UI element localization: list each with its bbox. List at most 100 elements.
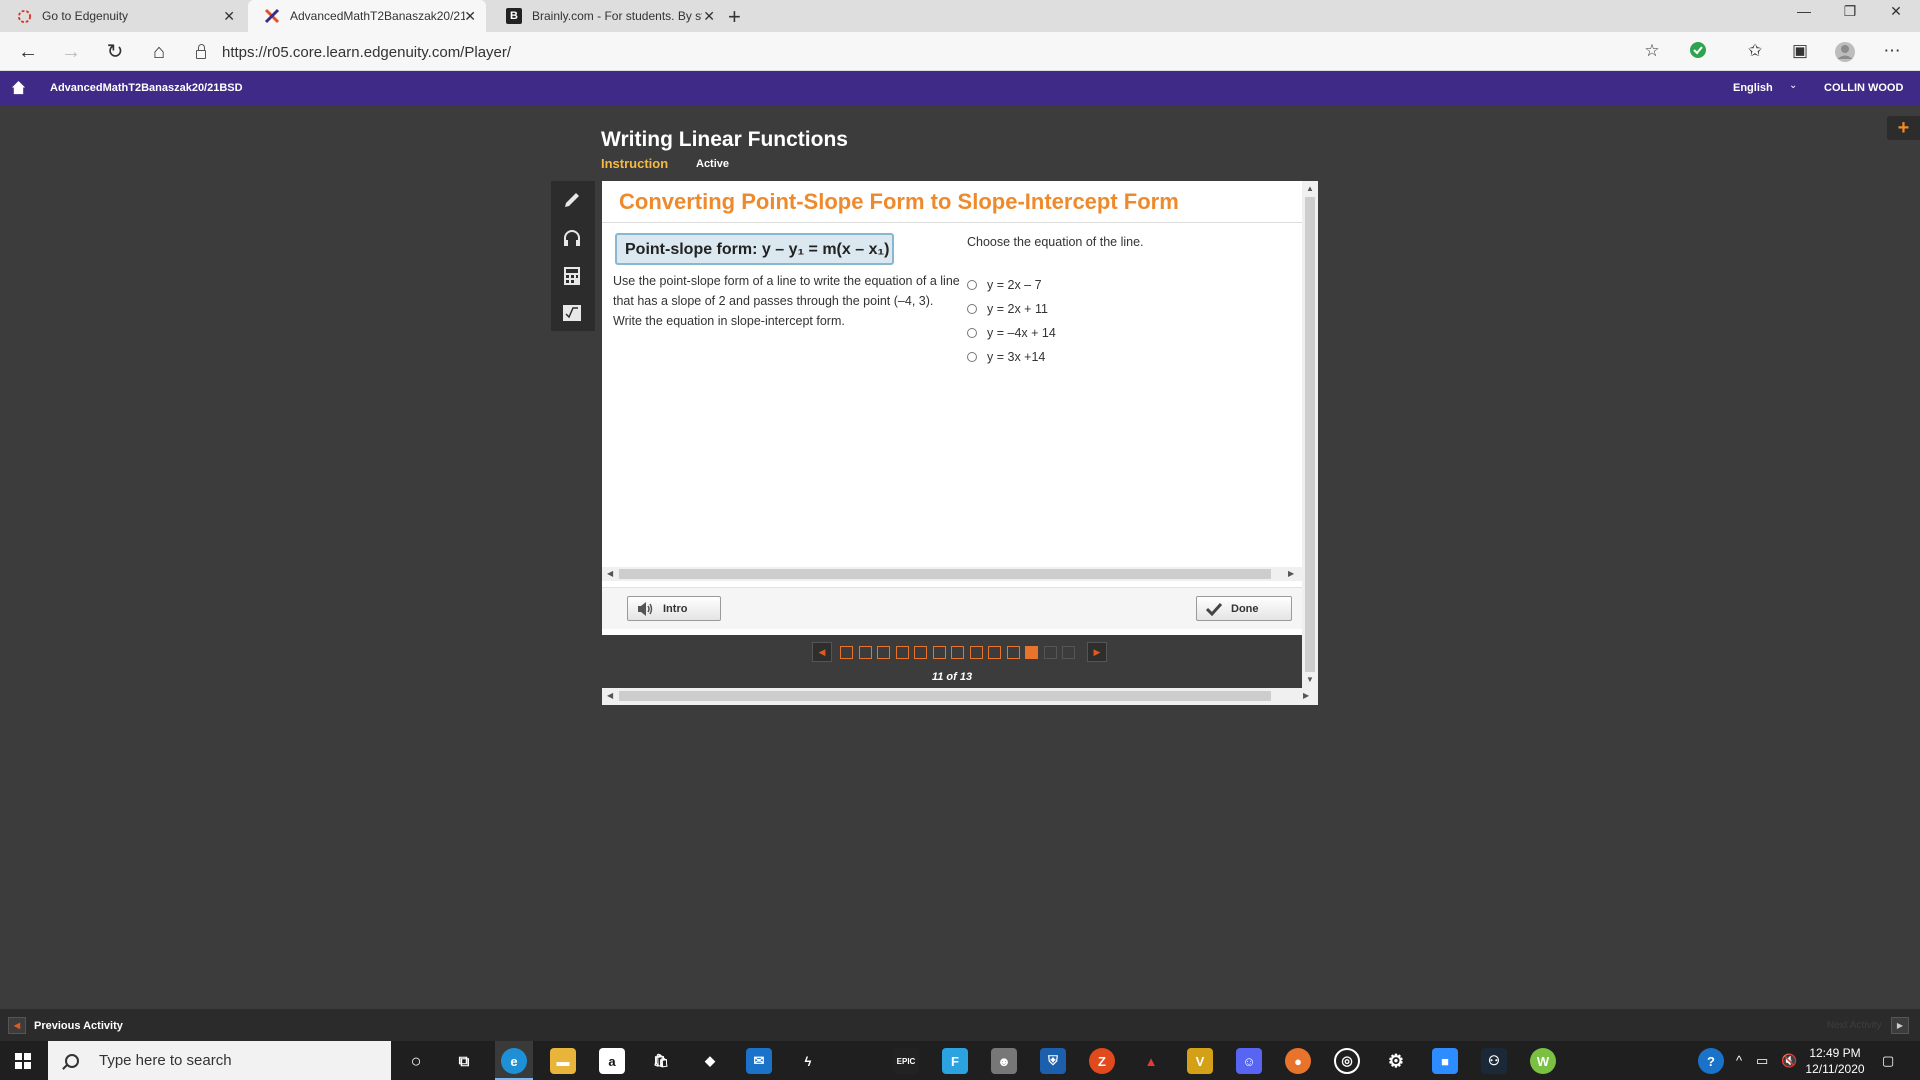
formula-sheet-icon[interactable] bbox=[557, 298, 587, 328]
home-icon[interactable] bbox=[11, 80, 26, 95]
obs-icon[interactable]: ◎ bbox=[1334, 1048, 1360, 1074]
refresh-button[interactable]: ↻ bbox=[101, 39, 129, 65]
home-button[interactable]: ⌂ bbox=[145, 39, 173, 65]
favorites-icon[interactable]: ✩ bbox=[1743, 41, 1767, 61]
back-button[interactable]: ← bbox=[14, 39, 42, 65]
next-page-arrow-icon[interactable]: ▶ bbox=[1087, 642, 1107, 662]
page-square[interactable] bbox=[914, 646, 927, 659]
page-square[interactable] bbox=[1006, 646, 1020, 659]
tab-advanced-math[interactable]: AdvancedMathT2Banaszak20/21 ✕ bbox=[248, 0, 486, 32]
scroll-left-icon[interactable]: ◀ bbox=[607, 569, 613, 578]
page-square[interactable] bbox=[988, 646, 1001, 659]
radio-button[interactable] bbox=[967, 352, 977, 362]
epic-games-icon[interactable]: EPIC bbox=[893, 1048, 919, 1074]
scrollbar-thumb[interactable] bbox=[619, 569, 1271, 579]
page-square[interactable] bbox=[951, 646, 964, 659]
pencil-icon[interactable] bbox=[557, 185, 587, 215]
microsoft-store-icon[interactable]: 🛍 bbox=[648, 1048, 674, 1074]
user-name[interactable]: COLLIN WOOD bbox=[1824, 82, 1903, 94]
dropbox-icon[interactable]: ◆ bbox=[697, 1048, 723, 1074]
calculator-icon[interactable] bbox=[557, 261, 587, 291]
zoom-icon[interactable]: ■ bbox=[1432, 1048, 1458, 1074]
radio-button[interactable] bbox=[967, 280, 977, 290]
vertical-scrollbar[interactable]: ▲ ▼ bbox=[1302, 181, 1318, 688]
tab-brainly[interactable]: B Brainly.com - For students. By stu ✕ bbox=[490, 0, 725, 32]
language-selector[interactable]: English bbox=[1733, 82, 1773, 94]
done-button[interactable]: Done bbox=[1196, 596, 1292, 621]
scroll-right-icon[interactable]: ▶ bbox=[1303, 691, 1309, 700]
tab-go-to-edgenuity[interactable]: Go to Edgenuity ✕ bbox=[0, 0, 245, 32]
radio-button[interactable] bbox=[967, 328, 977, 338]
horizontal-scrollbar[interactable]: ◀ ▶ bbox=[602, 567, 1302, 581]
profile-avatar-icon[interactable] bbox=[1833, 41, 1857, 68]
intro-button[interactable]: Intro bbox=[627, 596, 721, 621]
cortana-icon[interactable]: ○ bbox=[403, 1048, 429, 1074]
chevron-down-icon[interactable]: ⌄ bbox=[1789, 80, 1797, 91]
course-name[interactable]: AdvancedMathT2Banaszak20/21BSD bbox=[50, 82, 243, 94]
w-app-icon[interactable]: W bbox=[1530, 1048, 1556, 1074]
previous-activity-button[interactable]: ◀ Previous Activity bbox=[8, 1017, 123, 1034]
page-square[interactable] bbox=[858, 646, 872, 659]
z-app-icon[interactable]: Z bbox=[1089, 1048, 1115, 1074]
mail-icon[interactable]: ✉ bbox=[746, 1048, 772, 1074]
scrollbar-thumb[interactable] bbox=[1305, 197, 1315, 672]
steam-icon[interactable]: ⚇ bbox=[1481, 1048, 1507, 1074]
radio-button[interactable] bbox=[967, 304, 977, 314]
collections-icon[interactable]: ▣ bbox=[1788, 41, 1812, 61]
windows-start-icon[interactable] bbox=[15, 1053, 31, 1069]
taskbar-search-box[interactable]: Type here to search bbox=[48, 1041, 391, 1080]
headphones-icon[interactable] bbox=[557, 223, 587, 253]
scroll-right-icon[interactable]: ▶ bbox=[1288, 569, 1294, 578]
page-square[interactable] bbox=[1043, 646, 1057, 659]
task-view-icon[interactable]: ⧉ bbox=[451, 1048, 477, 1074]
expand-plus-button[interactable]: + bbox=[1887, 116, 1920, 140]
scroll-left-icon[interactable]: ◀ bbox=[607, 691, 613, 700]
bolt-app-icon[interactable]: ϟ bbox=[795, 1048, 821, 1074]
forward-button[interactable]: → bbox=[57, 39, 85, 65]
help-icon[interactable]: ? bbox=[1698, 1048, 1724, 1074]
system-clock[interactable]: 12:49 PM 12/11/2020 bbox=[1800, 1045, 1870, 1077]
page-square[interactable] bbox=[895, 646, 909, 659]
page-square[interactable] bbox=[932, 646, 946, 659]
restore-window-button[interactable]: ❐ bbox=[1827, 3, 1873, 20]
page-square[interactable] bbox=[840, 646, 853, 659]
settings-more-icon[interactable]: ⋯ bbox=[1880, 41, 1904, 61]
new-tab-button[interactable]: + bbox=[728, 4, 741, 30]
answer-option[interactable]: y = 3x +14 bbox=[967, 345, 1056, 369]
a-logo-app-icon[interactable]: ▲ bbox=[1138, 1048, 1164, 1074]
scroll-down-icon[interactable]: ▼ bbox=[1306, 675, 1314, 684]
next-activity-button[interactable]: ▶ bbox=[1891, 1017, 1909, 1034]
page-square[interactable] bbox=[1062, 646, 1075, 659]
notifications-icon[interactable]: ▢ bbox=[1882, 1053, 1894, 1069]
volume-muted-icon[interactable]: 🔇 bbox=[1781, 1053, 1797, 1069]
answer-option[interactable]: y = –4x + 14 bbox=[967, 321, 1056, 345]
answer-option[interactable]: y = 2x + 11 bbox=[967, 297, 1056, 321]
scroll-up-icon[interactable]: ▲ bbox=[1306, 184, 1314, 193]
amazon-icon[interactable]: a bbox=[599, 1048, 625, 1074]
page-square[interactable] bbox=[1025, 646, 1038, 659]
previous-page-arrow-icon[interactable]: ◀ bbox=[812, 642, 832, 662]
minimize-window-button[interactable]: — bbox=[1781, 3, 1827, 19]
show-hidden-icons-chevron-icon[interactable]: ^ bbox=[1736, 1053, 1742, 1068]
address-bar[interactable]: https://r05.core.learn.edgenuity.com/Pla… bbox=[196, 38, 1646, 66]
close-tab-icon[interactable]: ✕ bbox=[223, 8, 235, 25]
frame-horizontal-scrollbar[interactable]: ◀ ▶ bbox=[602, 688, 1318, 705]
extension-check-icon[interactable] bbox=[1686, 41, 1710, 64]
v-app-icon[interactable]: V bbox=[1187, 1048, 1213, 1074]
discord-icon[interactable]: ☺ bbox=[1236, 1048, 1262, 1074]
settings-gear-icon[interactable]: ⚙ bbox=[1383, 1048, 1409, 1074]
game-app-icon[interactable]: ☻ bbox=[991, 1048, 1017, 1074]
close-tab-icon[interactable]: ✕ bbox=[703, 8, 715, 25]
page-square[interactable] bbox=[969, 646, 983, 659]
network-icon[interactable]: ▭ bbox=[1756, 1053, 1768, 1069]
file-explorer-icon[interactable]: ▬ bbox=[550, 1048, 576, 1074]
origin-icon[interactable]: ● bbox=[1285, 1048, 1311, 1074]
close-tab-icon[interactable]: ✕ bbox=[464, 8, 476, 25]
page-square[interactable] bbox=[877, 646, 890, 659]
favorite-star-icon[interactable]: ☆ bbox=[1640, 41, 1664, 61]
edge-browser-icon[interactable]: e bbox=[501, 1048, 527, 1074]
f-app-icon[interactable]: F bbox=[942, 1048, 968, 1074]
shield-app-icon[interactable]: ⛨ bbox=[1040, 1048, 1066, 1074]
scrollbar-thumb[interactable] bbox=[619, 691, 1271, 701]
answer-option[interactable]: y = 2x – 7 bbox=[967, 273, 1056, 297]
